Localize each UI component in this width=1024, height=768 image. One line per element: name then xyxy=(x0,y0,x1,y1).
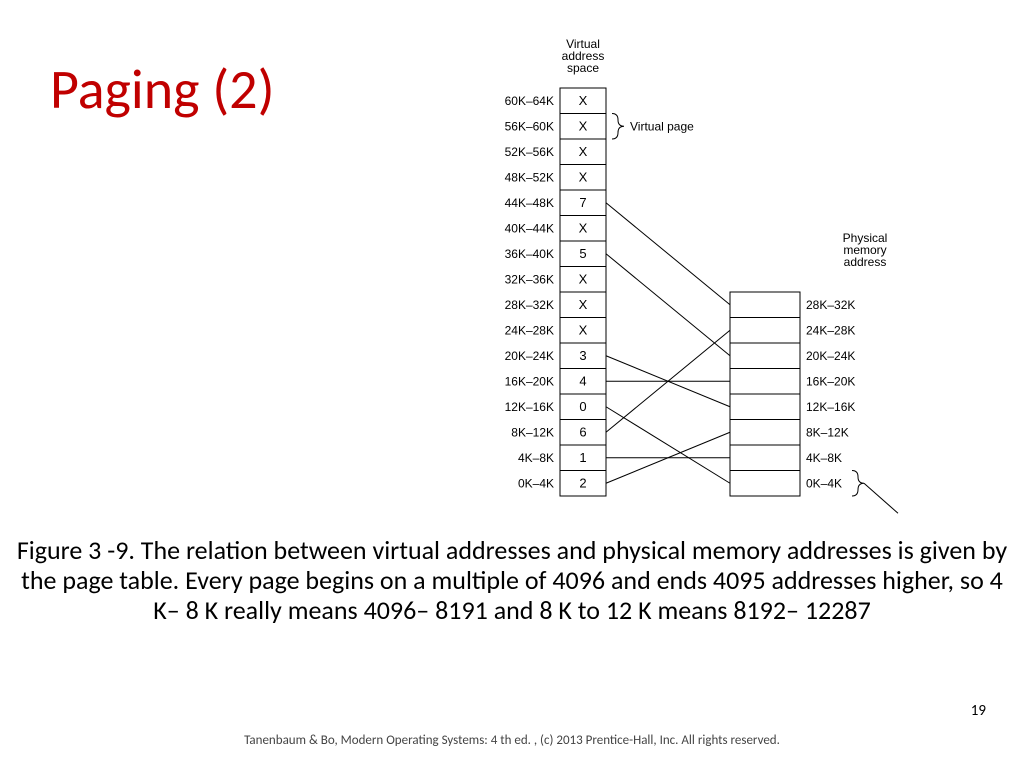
svg-text:0: 0 xyxy=(579,399,586,414)
svg-text:8K–12K: 8K–12K xyxy=(511,425,554,439)
svg-text:44K–48K: 44K–48K xyxy=(505,196,554,210)
svg-text:X: X xyxy=(579,271,588,286)
svg-text:address: address xyxy=(844,255,887,269)
footer-text: Tanenbaum & Bo, Modern Operating Systems… xyxy=(0,733,1024,748)
svg-text:4K–8K: 4K–8K xyxy=(518,451,554,465)
svg-text:28K–32K: 28K–32K xyxy=(505,298,554,312)
svg-text:0K–4K: 0K–4K xyxy=(518,476,554,490)
svg-text:32K–36K: 32K–36K xyxy=(505,272,554,286)
svg-text:40K–44K: 40K–44K xyxy=(505,221,554,235)
svg-text:6: 6 xyxy=(579,424,586,439)
svg-text:16K–20K: 16K–20K xyxy=(806,374,855,388)
svg-text:4K–8K: 4K–8K xyxy=(806,451,842,465)
svg-text:8K–12K: 8K–12K xyxy=(806,425,849,439)
svg-text:X: X xyxy=(579,169,588,184)
svg-text:4: 4 xyxy=(579,373,586,388)
svg-text:0K–4K: 0K–4K xyxy=(806,476,842,490)
svg-text:5: 5 xyxy=(579,246,586,261)
svg-text:space: space xyxy=(567,61,599,75)
svg-text:X: X xyxy=(579,220,588,235)
svg-text:56K–60K: 56K–60K xyxy=(505,119,554,133)
svg-text:7: 7 xyxy=(579,195,586,210)
svg-text:52K–56K: 52K–56K xyxy=(505,145,554,159)
svg-text:2: 2 xyxy=(579,475,586,490)
svg-text:Virtual page: Virtual page xyxy=(630,119,694,133)
svg-text:X: X xyxy=(579,297,588,312)
svg-text:X: X xyxy=(579,93,588,108)
svg-text:X: X xyxy=(579,322,588,337)
svg-text:36K–40K: 36K–40K xyxy=(505,247,554,261)
svg-text:28K–32K: 28K–32K xyxy=(806,298,855,312)
svg-text:20K–24K: 20K–24K xyxy=(806,349,855,363)
svg-text:60K–64K: 60K–64K xyxy=(505,94,554,108)
svg-text:12K–16K: 12K–16K xyxy=(806,400,855,414)
slide-title: Paging (2) xyxy=(50,56,275,124)
svg-text:20K–24K: 20K–24K xyxy=(505,349,554,363)
svg-text:3: 3 xyxy=(579,348,586,363)
svg-text:24K–28K: 24K–28K xyxy=(505,323,554,337)
svg-text:24K–28K: 24K–28K xyxy=(806,323,855,337)
svg-text:48K–52K: 48K–52K xyxy=(505,170,554,184)
svg-text:16K–20K: 16K–20K xyxy=(505,374,554,388)
page-number: 19 xyxy=(971,702,986,720)
svg-text:X: X xyxy=(579,118,588,133)
svg-text:1: 1 xyxy=(579,450,586,465)
figure-caption: Figure 3 -9. The relation between virtua… xyxy=(12,536,1012,626)
svg-text:X: X xyxy=(579,144,588,159)
paging-diagram: VirtualaddressspacePhysicalmemoryaddress… xyxy=(460,34,940,514)
svg-text:12K–16K: 12K–16K xyxy=(505,400,554,414)
